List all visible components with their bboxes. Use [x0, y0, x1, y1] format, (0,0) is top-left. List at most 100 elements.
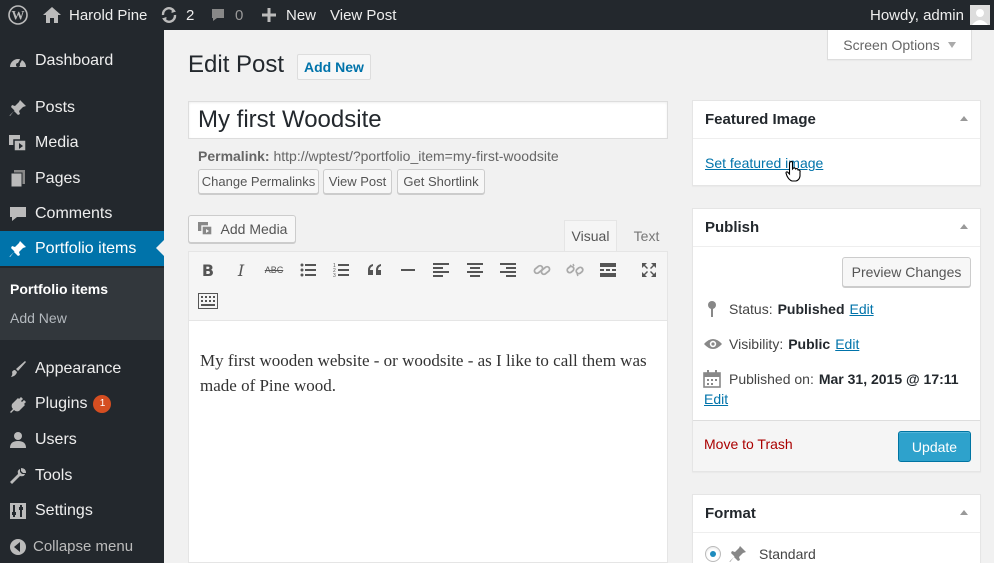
settings-icon: [8, 501, 28, 521]
add-new-button[interactable]: Add New: [297, 54, 371, 80]
toggle-arrow-icon[interactable]: [960, 224, 968, 229]
preview-changes-button[interactable]: Preview Changes: [842, 257, 971, 287]
collapse-menu-button[interactable]: Collapse menu: [0, 529, 164, 563]
sidebar-item-media[interactable]: Media: [0, 125, 164, 160]
collapse-menu-label: Collapse menu: [33, 538, 134, 555]
comments-link[interactable]: 0: [210, 0, 243, 30]
svg-text:W: W: [12, 8, 25, 23]
updates-link[interactable]: 2: [160, 0, 194, 30]
add-media-label: Add Media: [220, 221, 288, 237]
format-title: Format: [705, 505, 756, 522]
permalink-url[interactable]: http://wptest/?portfolio_item=my-first-w…: [273, 148, 558, 164]
plug-icon: [8, 395, 28, 415]
sidebar-item-plugins[interactable]: Plugins 1: [0, 387, 164, 422]
view-post-link[interactable]: View Post: [330, 0, 396, 30]
submenu-add-new[interactable]: Add New: [10, 310, 67, 326]
change-permalinks-button[interactable]: Change Permalinks: [198, 169, 319, 194]
align-right-icon[interactable]: [498, 260, 518, 280]
sidebar-item-settings[interactable]: Settings: [0, 493, 164, 528]
publish-actions: Move to Trash Update: [693, 420, 980, 471]
read-more-icon[interactable]: [598, 260, 618, 280]
edit-visibility-link[interactable]: Edit: [835, 336, 859, 352]
pin-icon: [729, 546, 746, 562]
add-media-button[interactable]: Add Media: [188, 215, 296, 243]
format-radio[interactable]: [705, 546, 721, 562]
align-center-icon[interactable]: [465, 260, 485, 280]
sidebar-item-comments[interactable]: Comments: [0, 196, 164, 231]
link-icon[interactable]: [532, 260, 552, 280]
editor-content-area[interactable]: My first wooden website - or woodsite - …: [188, 321, 668, 563]
horizontal-line-icon[interactable]: [398, 260, 418, 280]
status-label: Status:: [729, 301, 773, 317]
post-title-input[interactable]: My first Woodsite: [188, 101, 668, 139]
editor-toolbar: [188, 251, 668, 321]
pages-icon: [8, 169, 28, 189]
submenu-portfolio-items[interactable]: Portfolio items: [10, 281, 108, 297]
bullet-list-icon[interactable]: [298, 260, 318, 280]
format-option-standard[interactable]: Standard: [705, 545, 816, 563]
pin-icon: [8, 98, 28, 118]
sidebar-item-posts[interactable]: Posts: [0, 90, 164, 125]
add-media-icon: [197, 222, 213, 236]
screen-options-button[interactable]: Screen Options: [827, 30, 972, 60]
site-name-link[interactable]: Harold Pine: [42, 0, 147, 30]
edit-status-link[interactable]: Edit: [850, 301, 874, 317]
toolbar-toggle-icon[interactable]: [198, 291, 218, 311]
format-option-label: Standard: [759, 546, 816, 562]
blockquote-icon[interactable]: [365, 260, 385, 280]
italic-icon[interactable]: I: [231, 260, 251, 280]
my-account-link[interactable]: Howdy, admin: [870, 0, 990, 30]
get-shortlink-button[interactable]: Get Shortlink: [397, 169, 485, 194]
published-on-row: Published on: Mar 31, 2015 @ 17:11: [703, 370, 959, 388]
permalink-row: Permalink: http://wptest/?portfolio_item…: [198, 148, 559, 164]
updates-count: 2: [186, 6, 195, 24]
tab-text[interactable]: Text: [623, 220, 670, 251]
view-post-button[interactable]: View Post: [323, 169, 392, 194]
media-icon: [8, 133, 28, 153]
sidebar-item-dashboard[interactable]: Dashboard: [0, 43, 164, 78]
update-button[interactable]: Update: [898, 431, 971, 462]
permalink-label: Permalink:: [198, 148, 270, 164]
bold-icon[interactable]: B: [198, 260, 218, 280]
fullscreen-icon[interactable]: [639, 260, 659, 280]
sidebar-item-label: Tools: [35, 466, 73, 484]
sidebar-item-tools[interactable]: Tools: [0, 458, 164, 493]
visibility-label: Visibility:: [729, 336, 784, 352]
sidebar-item-portfolio[interactable]: Portfolio items: [0, 231, 164, 266]
tab-visual[interactable]: Visual: [564, 220, 617, 251]
sidebar-item-label: Posts: [35, 98, 76, 116]
toggle-arrow-icon[interactable]: [960, 510, 968, 515]
published-value: Mar 31, 2015 @ 17:11: [818, 371, 959, 387]
toggle-arrow-icon[interactable]: [960, 116, 968, 121]
box-divider: [693, 246, 980, 247]
sidebar-item-label: Settings: [35, 501, 93, 519]
admin-bar: W Harold Pine 2 0 New View Post Howdy, a…: [0, 0, 994, 30]
featured-image-box: Featured Image Set featured image: [692, 100, 981, 186]
plugins-update-badge: 1: [93, 395, 112, 414]
visibility-value: Public: [788, 336, 831, 352]
unlink-icon[interactable]: [565, 260, 585, 280]
sidebar-item-pages[interactable]: Pages: [0, 161, 164, 196]
post-title-text: My first Woodsite: [198, 106, 382, 133]
tab-text-label: Text: [633, 227, 660, 244]
new-content-link[interactable]: New: [262, 0, 316, 30]
pin-icon: [8, 239, 28, 259]
sidebar-item-users[interactable]: Users: [0, 422, 164, 457]
sidebar-item-appearance[interactable]: Appearance: [0, 351, 164, 386]
wordpress-logo-icon[interactable]: W: [8, 0, 28, 30]
hand-cursor-icon: [785, 161, 801, 182]
move-to-trash-link[interactable]: Move to Trash: [704, 436, 793, 452]
numbered-list-icon[interactable]: 123: [331, 260, 351, 280]
set-featured-image-link[interactable]: Set featured image: [705, 155, 823, 171]
sidebar-item-label: Plugins 1: [35, 395, 112, 414]
tab-visual-label: Visual: [571, 228, 610, 244]
edit-date-link[interactable]: Edit: [704, 391, 728, 407]
strikethrough-icon[interactable]: ABC: [264, 260, 284, 280]
box-divider: [693, 138, 980, 139]
new-label: New: [286, 6, 317, 24]
align-left-icon[interactable]: [431, 260, 451, 280]
sidebar-item-label: Pages: [35, 169, 81, 187]
featured-image-title: Featured Image: [705, 111, 816, 128]
plus-icon: [262, 8, 276, 22]
users-icon: [8, 430, 28, 450]
